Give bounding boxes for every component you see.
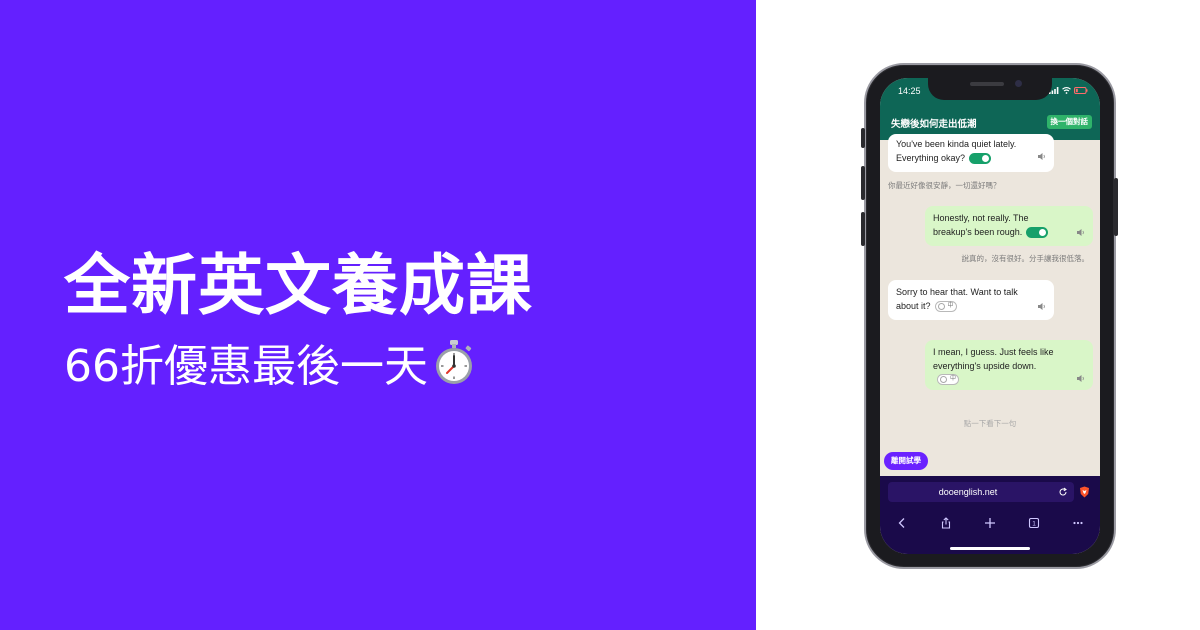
address-bar[interactable]: dooenglish.net bbox=[888, 482, 1074, 502]
browser-toolbar: 1 bbox=[880, 514, 1100, 532]
wifi-icon bbox=[1062, 87, 1071, 94]
tabs-count: 1 bbox=[1032, 521, 1036, 528]
phone-notch bbox=[928, 74, 1052, 100]
stopwatch-icon bbox=[436, 340, 472, 384]
tabs-icon[interactable]: 1 bbox=[1028, 517, 1040, 529]
battery-icon bbox=[1074, 87, 1088, 94]
message-text: Honestly, not really. The bbox=[933, 213, 1029, 223]
url-text: dooenglish.net bbox=[938, 487, 998, 497]
translation-toggle[interactable] bbox=[969, 152, 992, 164]
message-text: You've been kinda quiet lately. bbox=[896, 139, 1017, 149]
translation-toggle[interactable] bbox=[937, 374, 959, 386]
translation-toggle[interactable] bbox=[1026, 226, 1049, 238]
message-translation: 說真的，沒有很好。分手讓我很低落。 bbox=[961, 254, 1090, 263]
translation-toggle[interactable] bbox=[934, 300, 957, 312]
switch-conversation-button[interactable]: 換一個對話 bbox=[1046, 115, 1092, 129]
home-indicator[interactable] bbox=[950, 547, 1030, 550]
browser-bar: dooenglish.net 1 bbox=[880, 476, 1100, 554]
share-icon[interactable] bbox=[940, 517, 952, 529]
phone-screen: 14:25 失戀後如何走出低潮 換一個對話 You've been kinda … bbox=[880, 78, 1100, 554]
reload-icon[interactable] bbox=[1058, 487, 1068, 497]
phone-mute-switch bbox=[861, 128, 865, 148]
message-bubble[interactable]: You've been kinda quiet lately. Everythi… bbox=[888, 134, 1054, 172]
earpiece-speaker bbox=[970, 82, 1004, 86]
back-icon[interactable] bbox=[896, 517, 908, 529]
message-bubble[interactable]: Sorry to hear that. Want to talk about i… bbox=[888, 280, 1054, 320]
promo-subheadline: 66折優惠最後一天 bbox=[64, 330, 476, 394]
promo-panel: 全新英文養成課 66折優惠最後一天 bbox=[0, 0, 756, 630]
promo-headline: 全新英文養成課 bbox=[64, 247, 533, 324]
promo-subheadline-text: 66折優惠最後一天 bbox=[64, 341, 428, 392]
speaker-icon[interactable] bbox=[1076, 374, 1085, 383]
speaker-icon[interactable] bbox=[1037, 152, 1046, 161]
message-text: everything's upside down. bbox=[933, 360, 1037, 371]
phone-power-button bbox=[1114, 178, 1118, 236]
new-tab-icon[interactable] bbox=[984, 517, 996, 529]
message-text: Everything okay? bbox=[896, 152, 1046, 166]
tap-next-hint[interactable]: 點一下看下一句 bbox=[880, 418, 1100, 429]
status-time: 14:25 bbox=[898, 86, 921, 96]
leave-trial-button[interactable]: 離開試學 bbox=[884, 452, 928, 470]
message-text: breakup's been rough. bbox=[933, 226, 1085, 240]
message-text: about it? bbox=[896, 300, 1046, 314]
message-translation: 你最近好像很安靜，一切還好嗎？ bbox=[888, 181, 1001, 190]
speaker-icon[interactable] bbox=[1076, 228, 1085, 237]
brave-shield-icon[interactable] bbox=[1079, 486, 1090, 498]
conversation-title: 失戀後如何走出低潮 bbox=[891, 119, 977, 130]
phone-volume-up bbox=[861, 166, 865, 200]
message-text: Sorry to hear that. Want to talk bbox=[896, 287, 1018, 297]
more-icon[interactable] bbox=[1072, 517, 1084, 529]
message-bubble[interactable]: I mean, I guess. Just feels like everyth… bbox=[925, 340, 1093, 390]
status-icons bbox=[1049, 87, 1088, 94]
phone-volume-down bbox=[861, 212, 865, 246]
message-bubble[interactable]: Honestly, not really. The breakup's been… bbox=[925, 206, 1093, 246]
speaker-icon[interactable] bbox=[1037, 302, 1046, 311]
message-text: I mean, I guess. Just feels like bbox=[933, 347, 1054, 357]
front-camera bbox=[1015, 80, 1022, 87]
